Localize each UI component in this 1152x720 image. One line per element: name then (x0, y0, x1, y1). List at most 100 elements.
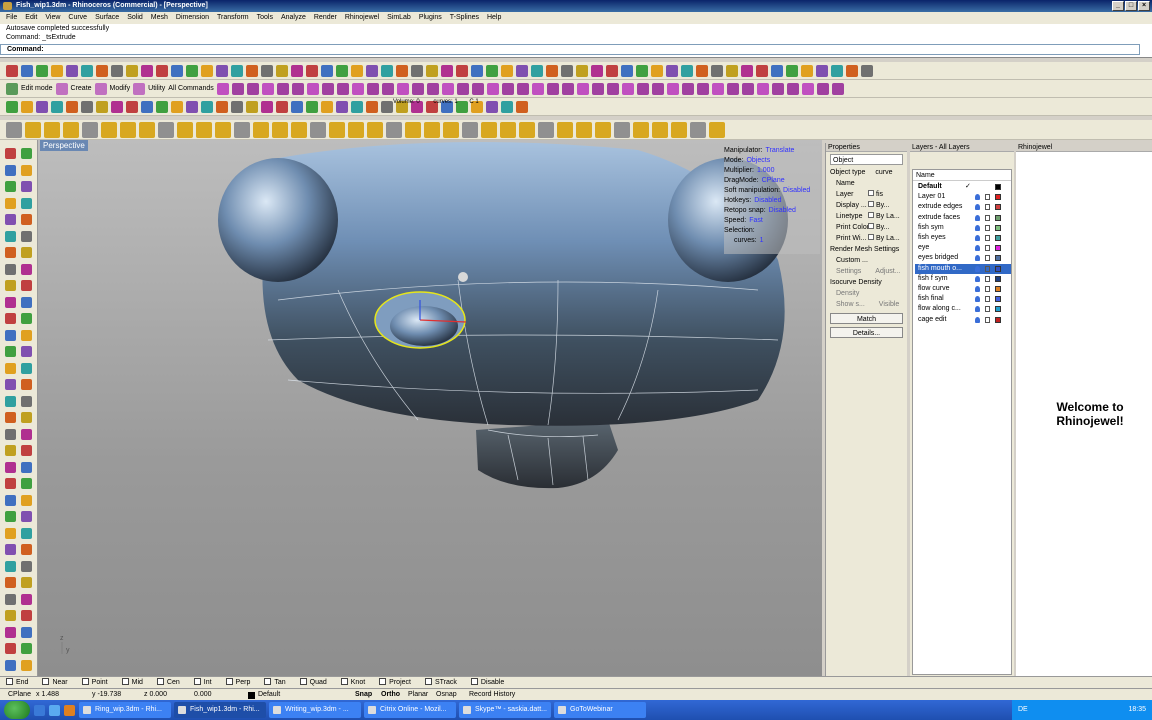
tsplines-tool-icon[interactable] (366, 82, 379, 95)
layer-row[interactable]: extrude edges (915, 202, 1011, 212)
layer-lock-icon[interactable] (985, 265, 990, 272)
osnap-checkbox[interactable] (81, 678, 89, 685)
layer-color-swatch[interactable] (995, 275, 1001, 282)
utility-button[interactable]: Utility (148, 83, 165, 95)
left-tool-icon[interactable] (5, 346, 16, 357)
tsplines-tool-icon[interactable] (831, 82, 844, 95)
layer-row[interactable]: flow along c... (915, 304, 1011, 314)
left-tool-icon[interactable] (5, 428, 16, 440)
property-row[interactable]: Layer fis (826, 189, 907, 200)
osnap-mid[interactable]: Mid (121, 677, 143, 688)
toolbar-tool-icon[interactable] (336, 100, 348, 113)
tsplines-tool-icon[interactable] (276, 82, 289, 95)
jewel-tool-icon[interactable] (310, 121, 326, 138)
osnap-strack[interactable]: STrack (424, 677, 457, 688)
layer-lock-icon[interactable] (985, 316, 990, 323)
edit-mode-button[interactable]: Edit mode (21, 83, 53, 95)
osnap-checkbox[interactable] (424, 678, 432, 685)
left-tool-icon[interactable] (5, 280, 16, 291)
taskbar-task[interactable]: Writing_wip.3dm - ... (269, 702, 361, 718)
jewel-tool-icon[interactable] (291, 121, 307, 138)
toolbar-tool-icon[interactable] (336, 64, 348, 77)
menu-simlab[interactable]: SimLab (387, 12, 411, 24)
jewel-tool-icon[interactable] (633, 121, 649, 138)
layer-color-swatch[interactable] (995, 245, 1001, 252)
osnap-knot[interactable]: Knot (340, 677, 365, 688)
left-tool-icon[interactable] (5, 527, 16, 539)
jewel-tool-icon[interactable] (44, 121, 60, 138)
name-field-label[interactable]: Name (826, 178, 907, 189)
jewel-tool-icon[interactable] (177, 121, 193, 138)
left-tool-icon[interactable] (5, 247, 16, 258)
osnap-checkbox[interactable] (379, 678, 387, 685)
jewel-tool-icon[interactable] (348, 121, 364, 138)
layer-row[interactable]: extrude faces (915, 213, 1011, 223)
tsplines-tool-icon[interactable] (786, 82, 799, 95)
toolbar-tool-icon[interactable] (276, 100, 288, 113)
toolbar-tool-icon[interactable] (36, 64, 48, 77)
left-tool-icon[interactable] (5, 197, 16, 209)
tsplines-tool-icon[interactable] (321, 82, 334, 95)
left-tool-icon[interactable] (5, 296, 16, 308)
toolbar-tool-icon[interactable] (126, 100, 138, 113)
left-tool-icon[interactable] (5, 461, 16, 473)
left-tool-icon[interactable] (5, 230, 16, 242)
tsplines-tool-icon[interactable] (501, 82, 514, 95)
menu-file[interactable]: File (6, 12, 17, 24)
tsplines-tool-icon[interactable] (726, 82, 739, 95)
tsplines-tool-icon[interactable] (456, 82, 469, 95)
left-tool-icon[interactable] (5, 379, 16, 390)
left-tool-icon[interactable] (21, 247, 32, 258)
left-tool-icon[interactable] (21, 346, 32, 357)
toolbar-tool-icon[interactable] (81, 100, 93, 113)
toolbar-tool-icon[interactable] (471, 64, 483, 77)
osnap-end[interactable]: End (6, 677, 28, 688)
layer-color-swatch[interactable] (995, 204, 1001, 211)
jewel-tool-icon[interactable] (443, 121, 459, 138)
left-tool-icon[interactable] (5, 478, 16, 489)
left-tool-icon[interactable] (21, 478, 32, 489)
adjust-button[interactable]: Adjust... (875, 268, 900, 275)
jewel-tool-icon[interactable] (671, 121, 687, 138)
layer-color-swatch[interactable] (995, 265, 1001, 272)
layer-row[interactable]: cage edit (915, 315, 1011, 325)
toolbar-tool-icon[interactable] (126, 64, 138, 77)
layer-color-swatch[interactable] (995, 286, 1001, 292)
left-tool-icon[interactable] (5, 659, 16, 671)
toolbar-tool-icon[interactable] (171, 100, 183, 113)
minimize-button[interactable]: _ (1112, 1, 1124, 11)
properties-object-dropdown[interactable]: Object (830, 154, 903, 165)
toolbar-tool-icon[interactable] (141, 64, 153, 77)
toolbar-tool-icon[interactable] (246, 100, 258, 113)
toolbar-tool-icon[interactable] (201, 100, 213, 113)
tsplines-tool-icon[interactable] (471, 82, 484, 95)
left-tool-icon[interactable] (21, 445, 32, 456)
toolbar-tool-icon[interactable] (516, 64, 528, 77)
tsplines-tool-icon[interactable] (441, 82, 454, 95)
osnap-near[interactable]: Near (42, 677, 68, 688)
left-tool-icon[interactable] (5, 164, 16, 176)
jewel-tool-icon[interactable] (500, 121, 516, 138)
toolbar-tool-icon[interactable] (861, 64, 873, 77)
osnap-quad[interactable]: Quad (299, 677, 327, 688)
command-input[interactable]: Command: (0, 44, 1140, 55)
osnap-checkbox[interactable] (225, 678, 233, 685)
osnap-point[interactable]: Point (81, 677, 108, 688)
jewel-tool-icon[interactable] (576, 121, 592, 138)
toolbar-tool-icon[interactable] (231, 100, 243, 113)
start-button[interactable] (4, 701, 30, 719)
layer-row[interactable]: flow curve (915, 284, 1011, 294)
osnap-checkbox[interactable] (264, 678, 272, 685)
toolbar-tool-icon[interactable] (66, 64, 78, 77)
toolbar-tool-icon[interactable] (531, 64, 543, 77)
jewel-tool-icon[interactable] (424, 121, 440, 138)
left-tool-icon[interactable] (21, 461, 32, 473)
toolbar-tool-icon[interactable] (426, 64, 438, 77)
toolbar-tool-icon[interactable] (351, 64, 363, 77)
toolbar-tool-icon[interactable] (786, 64, 798, 77)
toolbar-tool-icon[interactable] (21, 64, 33, 77)
left-tool-icon[interactable] (21, 379, 32, 390)
language-indicator[interactable]: DE (1018, 706, 1028, 713)
jewel-tool-icon[interactable] (614, 121, 630, 138)
jewel-tool-icon[interactable] (25, 121, 41, 138)
